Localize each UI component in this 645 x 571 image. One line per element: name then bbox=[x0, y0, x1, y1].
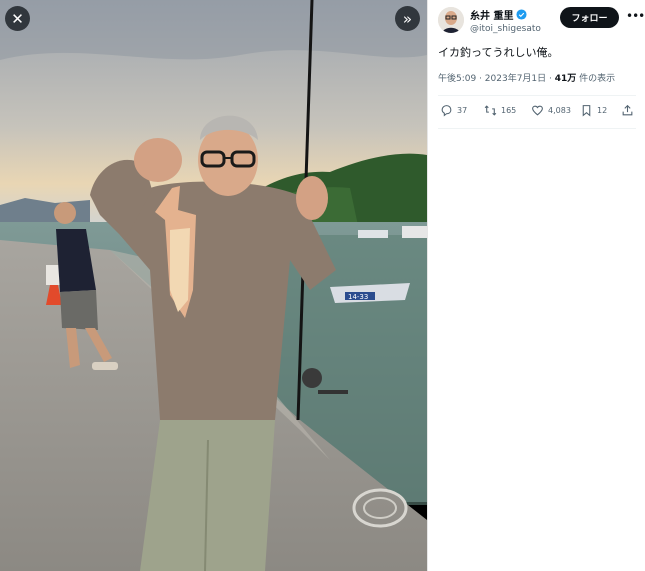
chevron-right-double-icon: » bbox=[402, 9, 413, 28]
reply-icon bbox=[441, 105, 452, 117]
view-count: 41万 bbox=[554, 74, 577, 84]
retweet-icon bbox=[484, 105, 497, 116]
timestamp[interactable]: 午後5:09 · 2023年7月1日 · bbox=[438, 74, 555, 84]
more-icon[interactable]: ••• bbox=[626, 9, 645, 23]
display-name[interactable]: 糸井 重里 bbox=[470, 7, 513, 22]
heart-icon bbox=[532, 105, 543, 116]
divider bbox=[438, 128, 636, 129]
bookmark-count: 12 bbox=[597, 106, 608, 115]
author-names: 糸井 重里 @itoi_shigesato bbox=[470, 7, 541, 34]
retweet-count: 165 bbox=[501, 106, 517, 115]
reply-button[interactable]: 37 bbox=[440, 104, 467, 117]
close-icon: ✕ bbox=[11, 9, 24, 28]
tweet-detail-panel: 糸井 重里 @itoi_shigesato フォロー ••• イカ釣ってうれしい… bbox=[427, 0, 645, 571]
divider bbox=[438, 95, 636, 96]
media-viewer: 14-33 ✕ » bbox=[0, 0, 427, 571]
author-handle[interactable]: @itoi_shigesato bbox=[470, 24, 541, 34]
svg-text:14-33: 14-33 bbox=[348, 293, 368, 301]
tweet-photo: 14-33 bbox=[0, 0, 427, 571]
reply-count: 37 bbox=[457, 106, 468, 115]
avatar[interactable] bbox=[438, 7, 464, 33]
tweet-meta: 午後5:09 · 2023年7月1日 · 41万 件の表示 bbox=[438, 71, 615, 84]
like-button[interactable]: 4,083 bbox=[531, 104, 571, 117]
like-count: 4,083 bbox=[548, 106, 571, 115]
action-bar: 37 165 4,083 12 bbox=[440, 104, 636, 120]
next-media-button[interactable]: » bbox=[395, 6, 420, 31]
bookmark-button[interactable]: 12 bbox=[580, 104, 607, 117]
avatar-image bbox=[438, 7, 464, 33]
bookmark-icon bbox=[582, 105, 591, 117]
follow-button[interactable]: フォロー bbox=[560, 7, 619, 28]
view-label: 件の表示 bbox=[576, 74, 616, 84]
share-button[interactable] bbox=[621, 104, 634, 117]
verified-badge-icon bbox=[516, 9, 528, 20]
display-name-row[interactable]: 糸井 重里 bbox=[470, 7, 541, 22]
tweet-text: イカ釣ってうれしい俺。 bbox=[438, 46, 559, 59]
close-button[interactable]: ✕ bbox=[5, 6, 30, 31]
share-icon bbox=[622, 104, 633, 116]
author-row: 糸井 重里 @itoi_shigesato フォロー ••• bbox=[438, 5, 645, 35]
retweet-button[interactable]: 165 bbox=[484, 104, 516, 117]
